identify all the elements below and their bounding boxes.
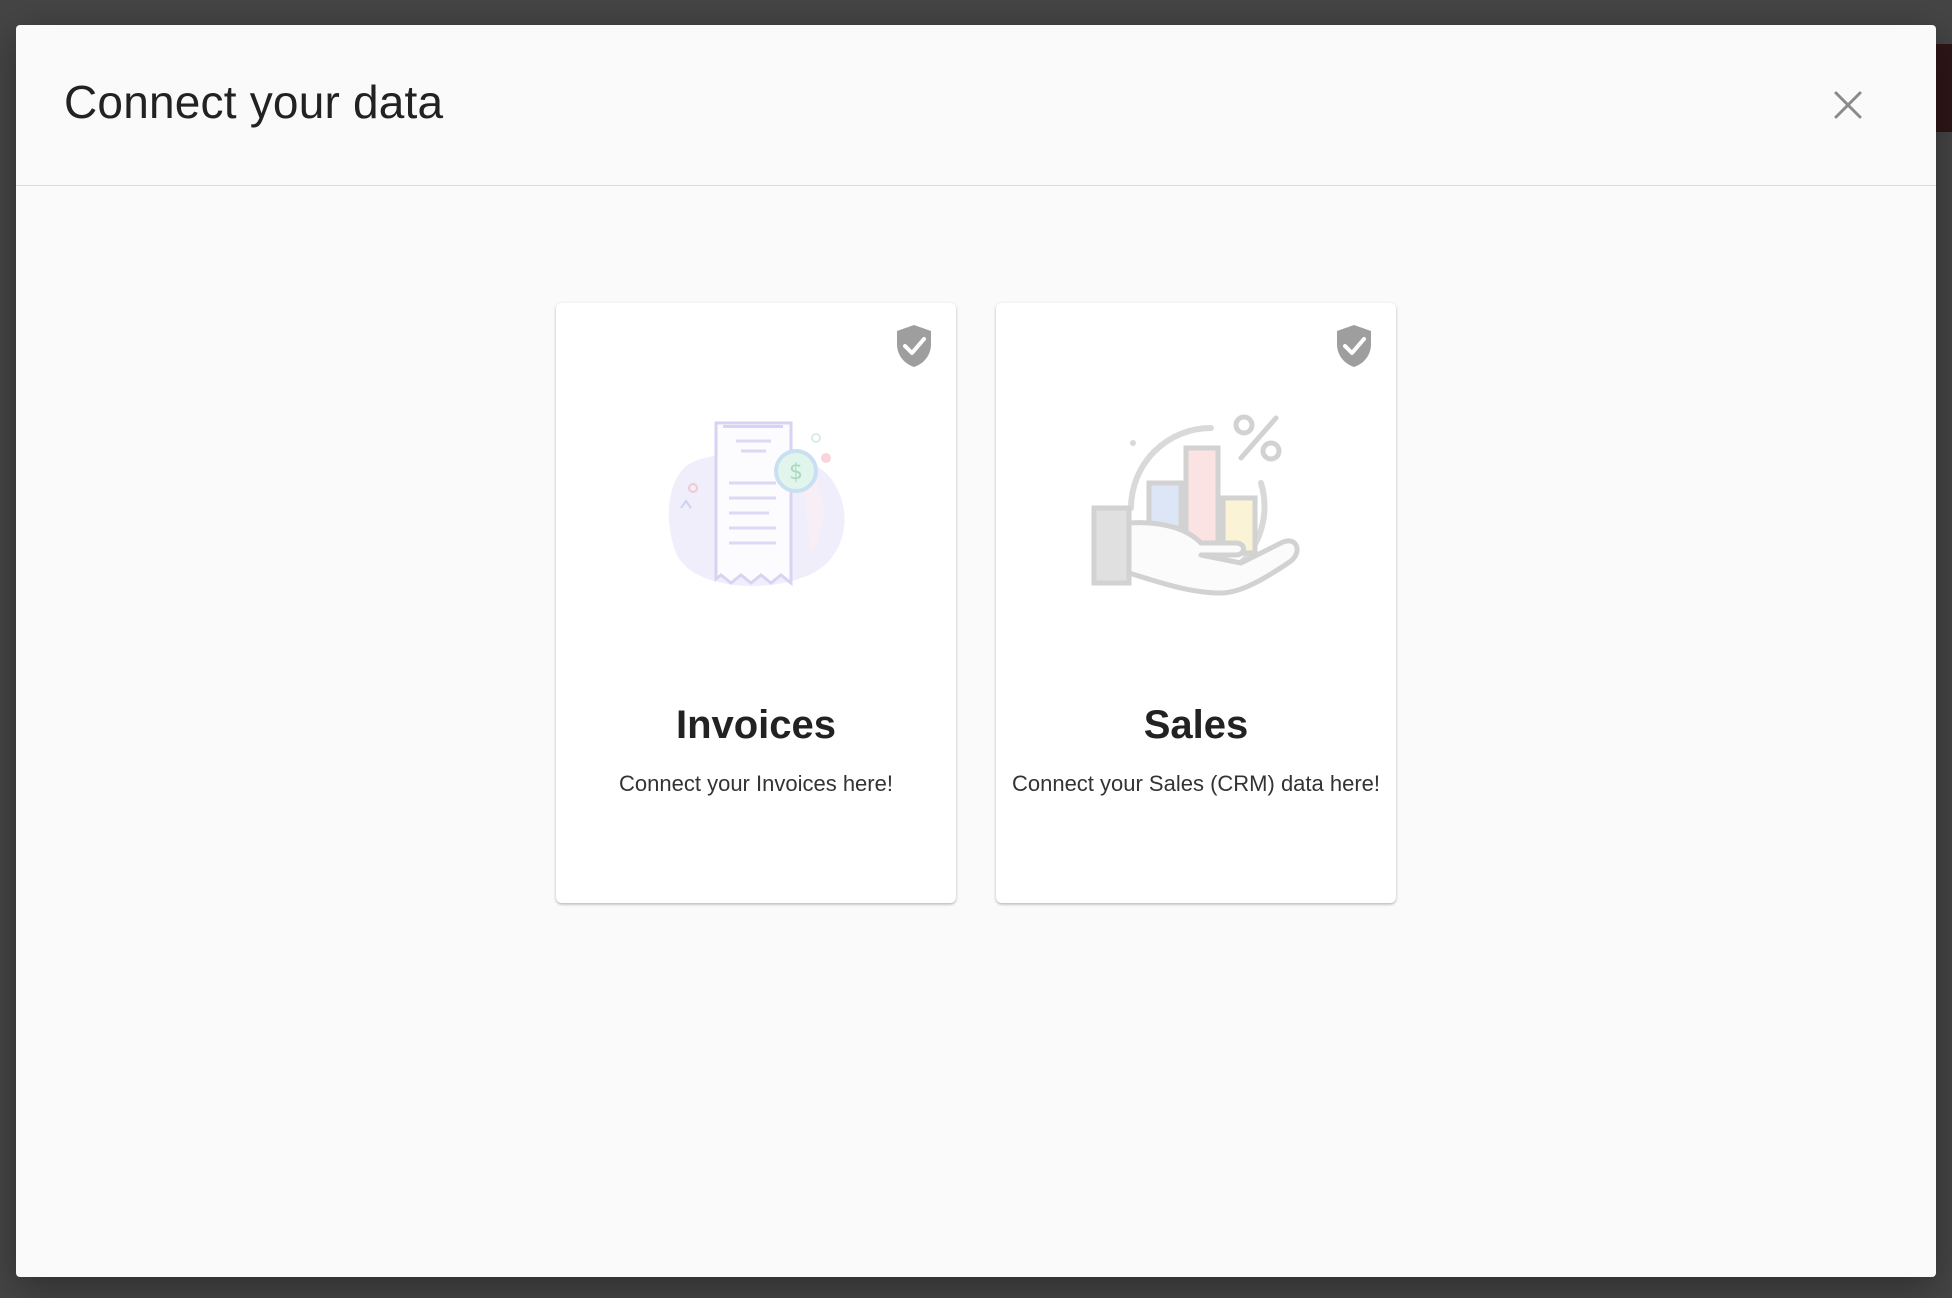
card-title: Invoices [675, 703, 837, 747]
sales-card[interactable]: Sales Connect your Sales (CRM) data here… [996, 303, 1396, 903]
card-description: Connect your Invoices here! [619, 771, 893, 796]
close-icon [1834, 91, 1862, 119]
shield-check-icon [1337, 325, 1371, 367]
data-source-cards: $ Invoices Connect your Invoices here! S… [16, 303, 1936, 903]
close-button[interactable] [1826, 83, 1870, 127]
shield-check-icon [897, 325, 931, 367]
card-description: Connect your Sales (CRM) data here! [1011, 771, 1381, 796]
svg-text:$: $ [789, 460, 803, 485]
sales-chart-hand-icon [1091, 414, 1300, 596]
invoice-receipt-icon: $ [668, 421, 845, 587]
card-title: Sales [1143, 703, 1249, 747]
dialog-title: Connect your data [64, 76, 444, 128]
dialog-header: Connect your data [16, 25, 1936, 186]
invoices-card[interactable]: $ Invoices Connect your Invoices here! [556, 303, 956, 903]
connect-data-dialog: Connect your data $ Invoices Connect you… [16, 25, 1936, 1277]
